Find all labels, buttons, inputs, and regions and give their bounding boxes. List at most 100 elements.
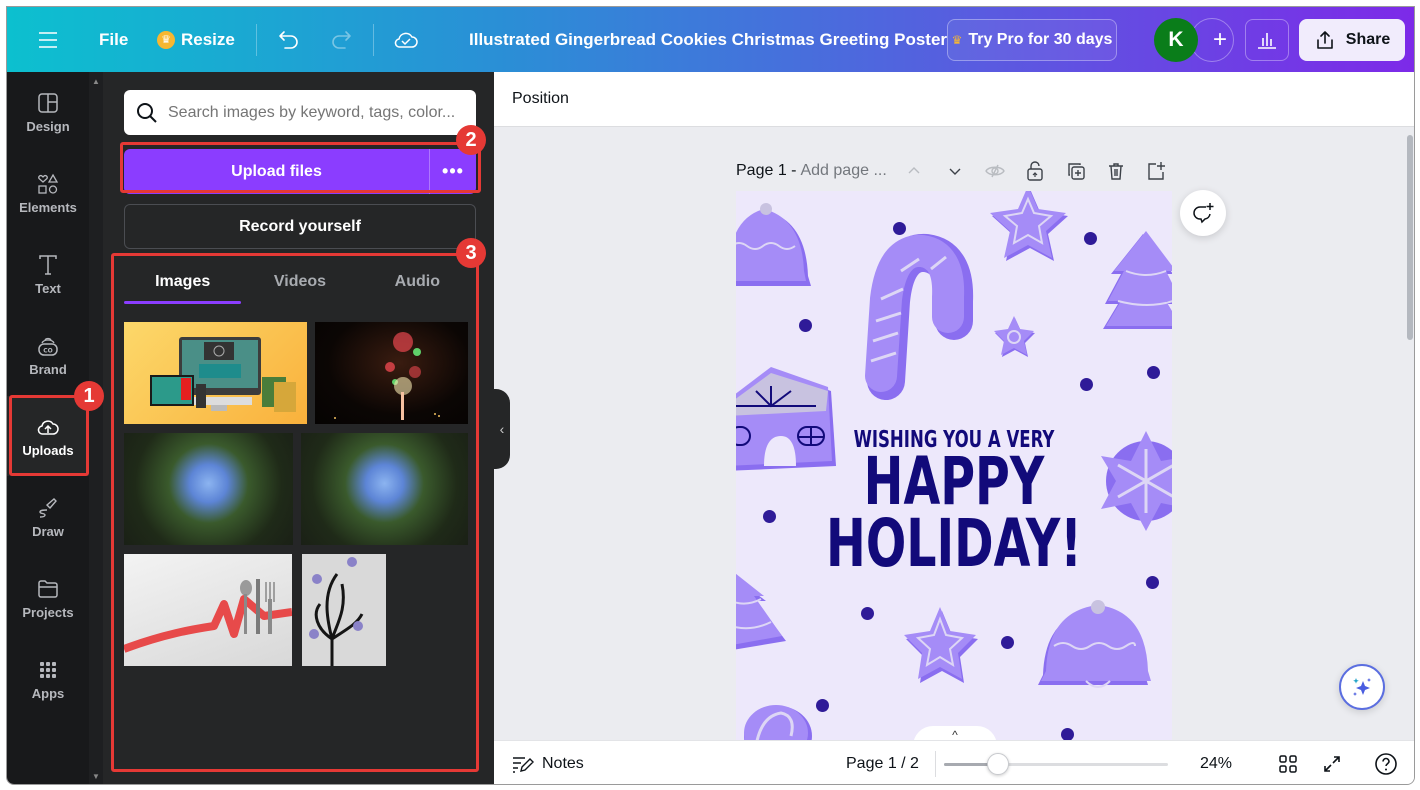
elements-shapes-icon	[38, 173, 59, 194]
crown-icon: ♛	[157, 30, 175, 49]
star-cookie	[904, 607, 978, 683]
fireworks-photo	[334, 332, 440, 420]
sidebar-item-projects[interactable]: Projects	[7, 558, 89, 638]
page-header: Page 1 - Add page ...	[736, 162, 887, 180]
add-comment-button[interactable]	[1180, 190, 1226, 236]
divider	[935, 751, 936, 777]
decor-dot	[763, 510, 776, 523]
resize-button[interactable]: ♛ Resize	[157, 7, 235, 72]
scroll-up-arrow[interactable]: ▲	[92, 77, 100, 86]
document-title[interactable]: Illustrated Gingerbread Cookies Christma…	[469, 7, 947, 72]
star-cookie	[990, 191, 1068, 261]
undo-button[interactable]	[277, 7, 301, 72]
upload-more-options-button[interactable]: •••	[430, 149, 476, 194]
svg-text:CO: CO	[43, 347, 53, 354]
main-menu-button[interactable]	[37, 7, 59, 72]
sidebar-item-design[interactable]: Design	[7, 72, 89, 152]
flower-decal-photo	[309, 557, 364, 666]
decor-dot	[1084, 232, 1097, 245]
add-page-button[interactable]	[1142, 157, 1170, 185]
search-box[interactable]	[124, 90, 476, 135]
magic-assistant-button[interactable]	[1339, 664, 1385, 710]
try-pro-button[interactable]: ♛ Try Pro for 30 days	[947, 19, 1117, 61]
cloud-upload-icon	[37, 419, 59, 435]
save-status-button[interactable]	[393, 7, 419, 72]
lock-icon	[1027, 161, 1043, 181]
comment-plus-icon	[1193, 203, 1214, 224]
poster-headline-holiday[interactable]: HOLIDAY!	[797, 511, 1111, 577]
scroll-down-arrow[interactable]: ▼	[92, 772, 100, 781]
position-button[interactable]: Position	[512, 90, 569, 108]
zoom-slider[interactable]	[944, 753, 1168, 775]
decor-dot	[893, 222, 906, 235]
hide-eye-icon	[985, 164, 1005, 178]
zoom-slider-handle[interactable]	[986, 753, 1009, 775]
notes-button[interactable]: Notes	[512, 741, 584, 784]
sidebar-item-draw[interactable]: Draw	[7, 477, 89, 557]
bottom-bar: Notes Page 1 / 2 24%	[494, 740, 1414, 784]
move-page-up-button[interactable]	[900, 157, 928, 185]
uploaded-image-thumbnail[interactable]	[301, 433, 468, 545]
divider	[256, 24, 257, 56]
redo-button[interactable]	[329, 7, 353, 72]
lock-page-button[interactable]	[1021, 157, 1049, 185]
canvas-scrollbar[interactable]	[1407, 135, 1413, 340]
tree-cookie	[736, 573, 786, 650]
share-button[interactable]: Share	[1299, 19, 1405, 61]
tab-audio[interactable]: Audio	[359, 260, 476, 304]
uploads-panel: ▲ ▼ Upload files ••• Record yourself Ima…	[89, 72, 494, 784]
record-yourself-button[interactable]: Record yourself	[124, 204, 476, 249]
move-page-down-button[interactable]	[941, 157, 969, 185]
chevron-up-icon	[908, 167, 920, 174]
sidebar-item-apps[interactable]: Apps	[7, 639, 89, 719]
uploaded-image-thumbnail[interactable]	[315, 322, 468, 424]
sidebar-item-text[interactable]: Text	[7, 234, 89, 314]
page-title-input[interactable]: Add page ...	[800, 162, 886, 180]
panel-scrollbar[interactable]: ▲ ▼	[89, 72, 103, 784]
user-avatar[interactable]: K	[1154, 18, 1198, 62]
text-t-icon	[39, 254, 57, 275]
chevron-left-icon: ‹	[499, 421, 505, 437]
uploaded-image-thumbnail[interactable]	[124, 322, 307, 424]
annotation-badge: 1	[74, 381, 104, 411]
hide-page-button[interactable]	[981, 157, 1009, 185]
sidebar-item-uploads[interactable]: Uploads	[7, 396, 89, 476]
sidebar-item-elements[interactable]: Elements	[7, 153, 89, 233]
design-canvas-page[interactable]: WISHING YOU A VERY HAPPY HOLIDAY!	[736, 191, 1172, 746]
undo-icon	[279, 30, 298, 49]
file-menu-button[interactable]: File	[99, 7, 128, 72]
trash-icon	[1109, 163, 1123, 180]
uploaded-image-thumbnail[interactable]	[124, 433, 293, 545]
decor-dot	[816, 699, 829, 712]
chevron-down-icon	[949, 168, 961, 175]
decor-dot	[1001, 636, 1014, 649]
context-toolbar: Position	[494, 72, 1414, 127]
tab-images[interactable]: Images	[124, 260, 242, 304]
crown-icon: ♛	[951, 33, 963, 47]
grid-view-button[interactable]	[1278, 741, 1298, 784]
duplicate-page-icon	[1068, 163, 1085, 180]
help-button[interactable]	[1374, 741, 1398, 784]
duplicate-page-button[interactable]	[1062, 157, 1090, 185]
page-indicator[interactable]: Page 1 / 2	[846, 741, 919, 784]
delete-page-button[interactable]	[1102, 157, 1130, 185]
zoom-level-button[interactable]: 24%	[1200, 741, 1232, 784]
uploaded-image-thumbnail[interactable]	[124, 554, 292, 666]
upload-files-button[interactable]: Upload files	[124, 149, 430, 194]
media-tabs: Images Videos Audio	[124, 260, 476, 304]
grid-view-icon	[1279, 755, 1297, 773]
small-star-cookie	[994, 316, 1035, 357]
share-upload-icon	[1316, 31, 1333, 49]
collapse-panel-button[interactable]: ‹	[494, 389, 510, 469]
bell-cookie	[736, 203, 811, 286]
sidebar-item-brand[interactable]: CO Brand	[7, 315, 89, 395]
tab-videos[interactable]: Videos	[241, 260, 358, 304]
add-page-icon	[1148, 162, 1165, 180]
brand-icon: CO	[38, 337, 58, 356]
fullscreen-button[interactable]	[1322, 741, 1342, 784]
search-input[interactable]	[168, 103, 468, 122]
decor-dot	[1147, 366, 1160, 379]
insights-button[interactable]	[1245, 19, 1289, 61]
uploaded-image-thumbnail[interactable]	[302, 554, 386, 666]
bar-chart-icon	[1258, 33, 1276, 49]
